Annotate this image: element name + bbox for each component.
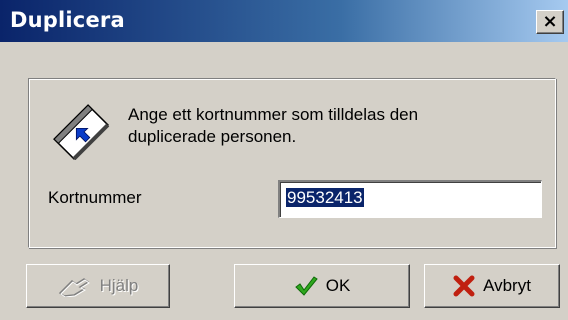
- x-cancel-icon: [453, 275, 475, 297]
- title-bar[interactable]: Duplicera ×: [0, 0, 568, 42]
- close-icon: ×: [542, 11, 558, 32]
- help-hand-icon: [58, 275, 92, 297]
- card-swipe-icon: [53, 104, 110, 160]
- message-line-1: Ange ett kortnummer som tilldelas den: [128, 105, 419, 124]
- help-button[interactable]: Hjälp: [26, 264, 170, 308]
- card-number-label: Kortnummer: [48, 188, 142, 207]
- duplicate-dialog: Duplicera × Ange ett kortnummer som till…: [0, 0, 568, 320]
- ok-button[interactable]: OK: [234, 264, 410, 308]
- cancel-button-label: Avbryt: [483, 276, 531, 295]
- checkmark-icon: [294, 275, 318, 297]
- window-title: Duplicera: [10, 8, 125, 32]
- cancel-button[interactable]: Avbryt: [424, 264, 560, 308]
- ok-button-label: OK: [325, 276, 351, 295]
- card-number-input[interactable]: 99532413: [278, 180, 542, 218]
- message-line-2: duplicerade personen.: [128, 127, 297, 146]
- instruction-message: Ange ett kortnummer som tilldelas den du…: [128, 104, 528, 148]
- card-number-value: 99532413: [286, 188, 364, 207]
- close-button[interactable]: ×: [536, 10, 564, 34]
- help-button-label: Hjälp: [99, 276, 139, 295]
